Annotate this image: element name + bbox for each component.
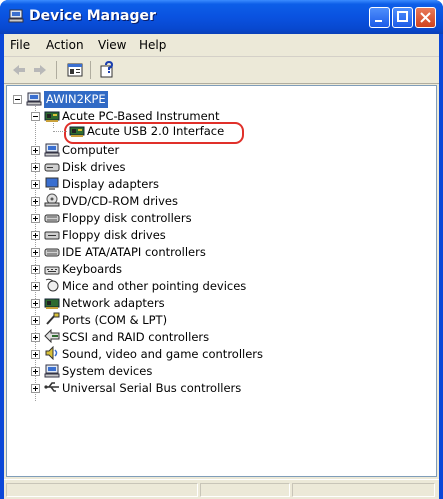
tree-item-label: System devices	[62, 364, 153, 378]
port-connector-icon	[46, 312, 60, 325]
network-card-icon	[44, 298, 60, 309]
tree-item-label: Floppy disk controllers	[62, 211, 192, 225]
tree-item-ports[interactable]: Ports (COM & LPT)	[31, 312, 331, 329]
tree-item-network-adapters[interactable]: Network adapters	[31, 295, 331, 312]
show-hide-console-tree-icon[interactable]	[66, 61, 84, 79]
controller-icon	[44, 248, 60, 257]
expand-toggle[interactable]	[31, 248, 40, 257]
tree-item-usb-controllers[interactable]: Universal Serial Bus controllers	[31, 380, 331, 397]
tree-root[interactable]: AWIN2KPE	[13, 91, 213, 108]
tree-item-label: SCSI and RAID controllers	[62, 330, 210, 344]
tree-item-label: Mice and other pointing devices	[62, 279, 247, 293]
expand-toggle[interactable]	[31, 367, 40, 376]
tree-item-label: DVD/CD-ROM drives	[62, 194, 178, 208]
back-arrow-icon[interactable]	[11, 61, 27, 79]
tree-item-system-devices[interactable]: System devices	[31, 363, 331, 380]
status-pane	[292, 483, 435, 497]
menu-view[interactable]: View	[98, 38, 126, 52]
tree-item-mice[interactable]: Mice and other pointing devices	[31, 278, 331, 295]
computer-icon	[44, 143, 60, 157]
tree-item-disk-drives[interactable]: Disk drives	[31, 159, 331, 176]
computer-icon	[26, 92, 42, 106]
client-area: File Action View Help AWIN2KPE Acute PC-…	[4, 34, 439, 499]
tree-item-dvd-cdrom[interactable]: DVD/CD-ROM drives	[31, 193, 331, 210]
menu-help[interactable]: Help	[139, 38, 166, 52]
tree-item-label: Computer	[62, 143, 120, 157]
expand-toggle[interactable]	[31, 197, 40, 206]
keyboard-icon	[44, 266, 60, 275]
tree-item-floppy-controllers[interactable]: Floppy disk controllers	[31, 210, 331, 227]
expand-toggle[interactable]	[31, 282, 40, 291]
minimize-icon	[375, 20, 382, 22]
tree-item-label: Acute USB 2.0 Interface	[87, 124, 225, 138]
toolbar-separator	[56, 61, 57, 79]
expand-toggle[interactable]	[31, 163, 40, 172]
tree-item-scsi-raid[interactable]: SCSI and RAID controllers	[31, 329, 331, 346]
tree-item-label: Display adapters	[62, 177, 160, 191]
mouse-icon	[45, 278, 59, 292]
status-pane	[200, 483, 290, 497]
device-tree[interactable]: AWIN2KPE Acute PC-Based Instrument Acute…	[6, 85, 437, 477]
computer-icon	[44, 364, 60, 378]
toolbar	[4, 57, 439, 84]
tree-item-computer[interactable]: Computer	[31, 142, 331, 159]
floppy-drive-icon	[44, 231, 60, 240]
expand-toggle[interactable]	[31, 214, 40, 223]
maximize-button[interactable]	[392, 7, 413, 28]
expand-toggle[interactable]	[31, 333, 40, 342]
tree-item-floppy-drives[interactable]: Floppy disk drives	[31, 227, 331, 244]
tree-item-sound-video[interactable]: Sound, video and game controllers	[31, 346, 331, 363]
tree-item-label: Ports (COM & LPT)	[62, 313, 168, 327]
title-bar[interactable]: Device Manager	[0, 0, 443, 34]
tree-item-label: IDE ATA/ATAPI controllers	[62, 245, 206, 259]
expand-toggle[interactable]	[31, 299, 40, 308]
speaker-icon	[45, 346, 58, 360]
tree-item-keyboards[interactable]: Keyboards	[31, 261, 331, 278]
controller-icon	[44, 214, 60, 223]
expand-toggle[interactable]	[31, 180, 40, 189]
close-button[interactable]	[415, 7, 436, 28]
tree-item-label: Sound, video and game controllers	[62, 347, 264, 361]
window-title: Device Manager	[29, 8, 156, 24]
help-icon[interactable]	[99, 61, 117, 79]
tree-item-label: Disk drives	[62, 160, 126, 174]
collapse-toggle[interactable]	[31, 112, 40, 121]
tree-item-label: Keyboards	[62, 262, 123, 276]
usb-icon	[44, 382, 59, 392]
status-bar	[4, 479, 439, 499]
collapse-toggle[interactable]	[13, 95, 22, 104]
expand-toggle[interactable]	[31, 316, 40, 325]
tree-root-label[interactable]: AWIN2KPE	[44, 91, 108, 108]
device-manager-window: Device Manager File Action View Help AWI…	[0, 0, 443, 499]
expand-toggle[interactable]	[31, 146, 40, 155]
tree-item-label: Network adapters	[62, 296, 165, 310]
tree-item-label: Universal Serial Bus controllers	[62, 381, 242, 395]
tree-item-acute-usb[interactable]: Acute USB 2.0 Interface	[69, 123, 269, 140]
tree-item-label: Floppy disk drives	[62, 228, 166, 242]
forward-arrow-icon[interactable]	[32, 61, 48, 79]
tree-item-ide-controllers[interactable]: IDE ATA/ATAPI controllers	[31, 244, 331, 261]
minimize-button[interactable]	[369, 7, 390, 28]
expand-toggle[interactable]	[31, 384, 40, 393]
monitor-icon	[45, 177, 59, 190]
menu-file[interactable]: File	[10, 38, 30, 52]
menu-bar: File Action View Help	[4, 34, 439, 57]
device-manager-icon	[8, 9, 24, 23]
cd-drive-icon	[44, 193, 60, 207]
scsi-icon	[44, 329, 60, 343]
tree-item-display-adapters[interactable]: Display adapters	[31, 176, 331, 193]
instrument-card-icon	[69, 126, 85, 137]
close-icon	[420, 12, 431, 23]
toolbar-separator	[90, 61, 91, 79]
instrument-card-icon	[44, 111, 60, 122]
expand-toggle[interactable]	[31, 231, 40, 240]
disk-drive-icon	[44, 163, 60, 172]
expand-toggle[interactable]	[31, 265, 40, 274]
status-pane	[6, 483, 198, 497]
maximize-icon	[397, 11, 408, 22]
tree-line	[53, 131, 67, 132]
expand-toggle[interactable]	[31, 350, 40, 359]
menu-action[interactable]: Action	[46, 38, 84, 52]
